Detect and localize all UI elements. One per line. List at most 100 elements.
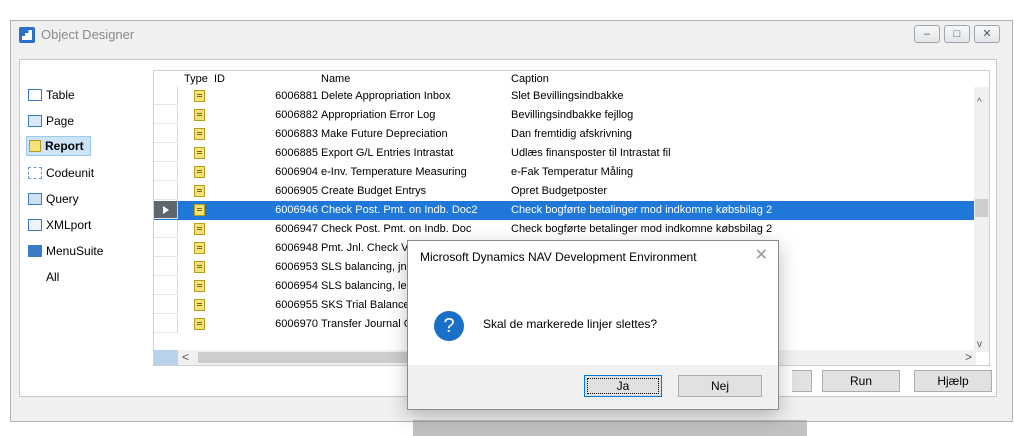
yes-button[interactable]: Ja (584, 375, 662, 397)
table-row[interactable]: 6006947 Check Post. Pmt. on Indb. Doc Chec… (154, 220, 976, 239)
nav-item-menusuite[interactable]: MenuSuite (28, 242, 103, 260)
nav-label: All (46, 270, 60, 284)
row-id: 6006953 (275, 261, 318, 273)
minimize-button[interactable]: – (914, 25, 940, 43)
nav-item-xmlport[interactable]: XMLport (28, 216, 91, 234)
row-name: Create Budget Entrys (321, 185, 427, 197)
maximize-button[interactable]: □ (944, 25, 970, 43)
column-header-type[interactable]: Type (184, 71, 208, 87)
row-selector[interactable] (154, 201, 178, 219)
row-id: 6006948 (275, 242, 318, 254)
row-id: 6006883 (275, 128, 318, 140)
report-icon (194, 90, 205, 102)
nav-label: Codeunit (46, 166, 95, 180)
table-row[interactable]: 6006885 Export G/L Entries Intrastat Udlæs… (154, 144, 976, 163)
row-caption: Bevillingsindbakke fejllog (511, 109, 634, 121)
row-id: 6006970 (275, 318, 318, 330)
nav-label: MenuSuite (46, 244, 104, 258)
row-selector[interactable] (154, 144, 178, 162)
report-icon (194, 109, 205, 121)
row-selector[interactable] (154, 315, 178, 333)
row-id: 6006946 (275, 204, 318, 216)
nav-item-page[interactable]: Page (28, 112, 74, 130)
grid-corner (154, 350, 178, 365)
scroll-right-arrow[interactable]: > (965, 350, 972, 365)
query-icon (28, 193, 42, 205)
nav-item-table[interactable]: Table (28, 86, 75, 104)
nav-item-report[interactable]: Report (26, 136, 91, 156)
nav-item-all[interactable]: All (46, 268, 59, 286)
app-icon (19, 27, 35, 43)
scroll-left-arrow[interactable]: < (182, 350, 189, 365)
window-title: Object Designer (41, 27, 135, 42)
row-name: Appropriation Error Log (321, 109, 436, 121)
nav-item-codeunit[interactable]: Codeunit (28, 164, 94, 182)
column-header-name[interactable]: Name (321, 71, 350, 87)
row-caption: Slet Bevillingsindbakke (511, 90, 624, 102)
row-id: 6006881 (275, 90, 318, 102)
vertical-scrollbar[interactable]: ^ v (974, 87, 989, 352)
row-name: Check Post. Pmt. on Indb. Doc (321, 223, 472, 235)
row-caption: e-Fak Temperatur Måling (511, 166, 634, 178)
row-selector[interactable] (154, 239, 178, 257)
row-caption: Check bogførte betalinger mod indkomne k… (511, 204, 773, 216)
row-id: 6006954 (275, 280, 318, 292)
report-icon (194, 223, 205, 235)
row-id: 6006905 (275, 185, 318, 197)
hscroll-thumb[interactable] (198, 352, 418, 363)
dialog-title: Microsoft Dynamics NAV Development Envir… (420, 250, 697, 264)
page-icon (28, 115, 42, 127)
table-row[interactable]: 6006904 e-Inv. Temperature Measuring e-Fak… (154, 163, 976, 182)
nav-item-query[interactable]: Query (28, 190, 79, 208)
report-icon (194, 204, 205, 216)
report-icon (194, 299, 205, 311)
nav-label: Table (46, 88, 75, 102)
report-icon (194, 242, 205, 254)
hidden-button-edge (792, 370, 812, 392)
row-name: Delete Appropriation Inbox (321, 90, 451, 102)
report-icon (194, 261, 205, 273)
row-selector[interactable] (154, 163, 178, 181)
report-icon (194, 185, 205, 197)
report-icon (194, 280, 205, 292)
table-row[interactable]: 6006905 Create Budget Entrys Opret Budgetp… (154, 182, 976, 201)
table-row[interactable]: 6006946 Check Post. Pmt. on Indb. Doc2 Che… (154, 201, 976, 220)
row-caption: Dan fremtidig afskrivning (511, 128, 633, 140)
row-name: Export G/L Entries Intrastat (321, 147, 454, 159)
row-name: Check Post. Pmt. on Indb. Doc2 (321, 204, 478, 216)
codeunit-icon (28, 167, 42, 179)
row-id: 6006904 (275, 166, 318, 178)
column-header-caption[interactable]: Caption (511, 71, 549, 87)
table-row[interactable]: 6006882 Appropriation Error Log Bevillings… (154, 106, 976, 125)
help-button[interactable]: Hjælp (914, 370, 992, 392)
nav-label: Page (46, 114, 75, 128)
row-caption: Opret Budgetposter (511, 185, 608, 197)
row-selector[interactable] (154, 106, 178, 124)
row-selector[interactable] (154, 125, 178, 143)
no-button[interactable]: Nej (678, 375, 762, 397)
close-button[interactable]: ✕ (974, 25, 1000, 43)
row-selector[interactable] (154, 296, 178, 314)
column-header-id[interactable]: ID (214, 71, 225, 87)
row-selector[interactable] (154, 220, 178, 238)
row-id: 6006947 (275, 223, 318, 235)
row-caption: Check bogførte betalinger mod indkomne k… (511, 223, 773, 235)
row-selector[interactable] (154, 277, 178, 295)
dialog-close-icon[interactable]: ✕ (755, 245, 768, 265)
scroll-thumb[interactable] (975, 199, 988, 217)
row-name: Make Future Depreciation (321, 128, 448, 140)
row-selector[interactable] (154, 258, 178, 276)
row-name: e-Inv. Temperature Measuring (321, 166, 467, 178)
run-button[interactable]: Run (822, 370, 900, 392)
scroll-down-arrow[interactable]: v (977, 339, 982, 350)
question-icon: ? (434, 311, 464, 341)
scroll-up-arrow[interactable]: ^ (977, 97, 982, 108)
row-caption: Udlæs finansposter til Intrastat fil (511, 147, 671, 159)
row-selector[interactable] (154, 182, 178, 200)
confirm-dialog: Microsoft Dynamics NAV Development Envir… (407, 240, 779, 410)
table-row[interactable]: 6006883 Make Future Depreciation Dan fremt… (154, 125, 976, 144)
table-row[interactable]: 6006881 Delete Appropriation Inbox Slet Be… (154, 87, 976, 106)
row-selector[interactable] (154, 87, 178, 105)
row-id: 6006955 (275, 299, 318, 311)
xmlport-icon (28, 219, 42, 231)
